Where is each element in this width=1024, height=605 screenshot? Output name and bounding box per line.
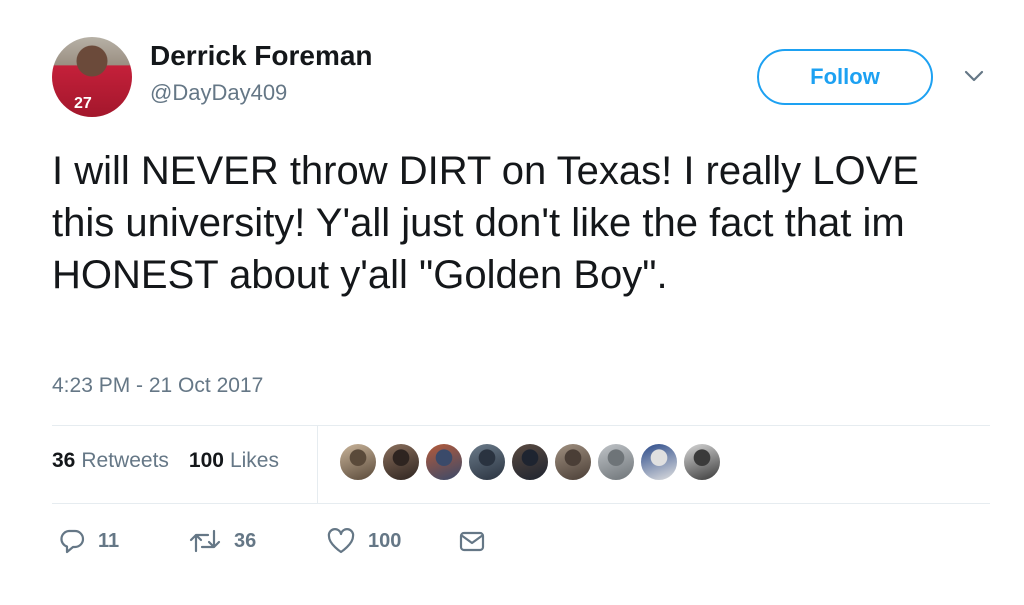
retweets-stat[interactable]: 36 Retweets [52, 449, 169, 473]
likes-stat[interactable]: 100 Likes [189, 449, 279, 473]
liker-avatars [338, 442, 725, 482]
direct-message-button[interactable] [458, 527, 486, 555]
tweet-timestamp[interactable]: 4:23 PM - 21 Oct 2017 [52, 374, 263, 398]
reply-icon [58, 527, 86, 555]
retweet-icon [188, 527, 222, 555]
likes-label: Likes [229, 449, 279, 472]
like-count: 100 [368, 529, 402, 552]
liker-avatar[interactable] [381, 442, 421, 482]
chevron-down-icon[interactable] [963, 68, 985, 84]
follow-button[interactable]: Follow [757, 49, 933, 105]
liker-avatar[interactable] [682, 442, 722, 482]
tweet-text: I will NEVER throw DIRT on Texas! I real… [52, 149, 919, 297]
liker-avatar[interactable] [553, 442, 593, 482]
retweet-count: 36 [234, 529, 257, 552]
liker-avatar[interactable] [338, 442, 378, 482]
retweets-count: 36 [52, 449, 76, 472]
envelope-icon [458, 527, 486, 555]
reply-count: 11 [98, 529, 120, 552]
like-button[interactable]: 100 [326, 527, 401, 555]
liker-avatar[interactable] [596, 442, 636, 482]
liker-avatar[interactable] [639, 442, 679, 482]
author-handle[interactable]: @DayDay409 [150, 80, 287, 106]
author-name[interactable]: Derrick Foreman [150, 40, 373, 72]
heart-icon [326, 527, 356, 555]
likes-count: 100 [188, 449, 224, 472]
liker-avatar[interactable] [424, 442, 464, 482]
author-avatar[interactable]: 27 [52, 37, 132, 117]
liker-avatar[interactable] [467, 442, 507, 482]
retweets-label: Retweets [81, 449, 169, 472]
liker-avatar[interactable] [510, 442, 550, 482]
tweet-stats: 36 Retweets 100 Likes [52, 449, 279, 473]
divider-bottom [52, 503, 990, 504]
tweet-actions: 11 36 100 [58, 527, 558, 557]
stats-divider [317, 426, 318, 503]
retweet-button[interactable]: 36 [188, 527, 256, 555]
reply-button[interactable]: 11 [58, 527, 119, 555]
divider-top [52, 425, 990, 426]
